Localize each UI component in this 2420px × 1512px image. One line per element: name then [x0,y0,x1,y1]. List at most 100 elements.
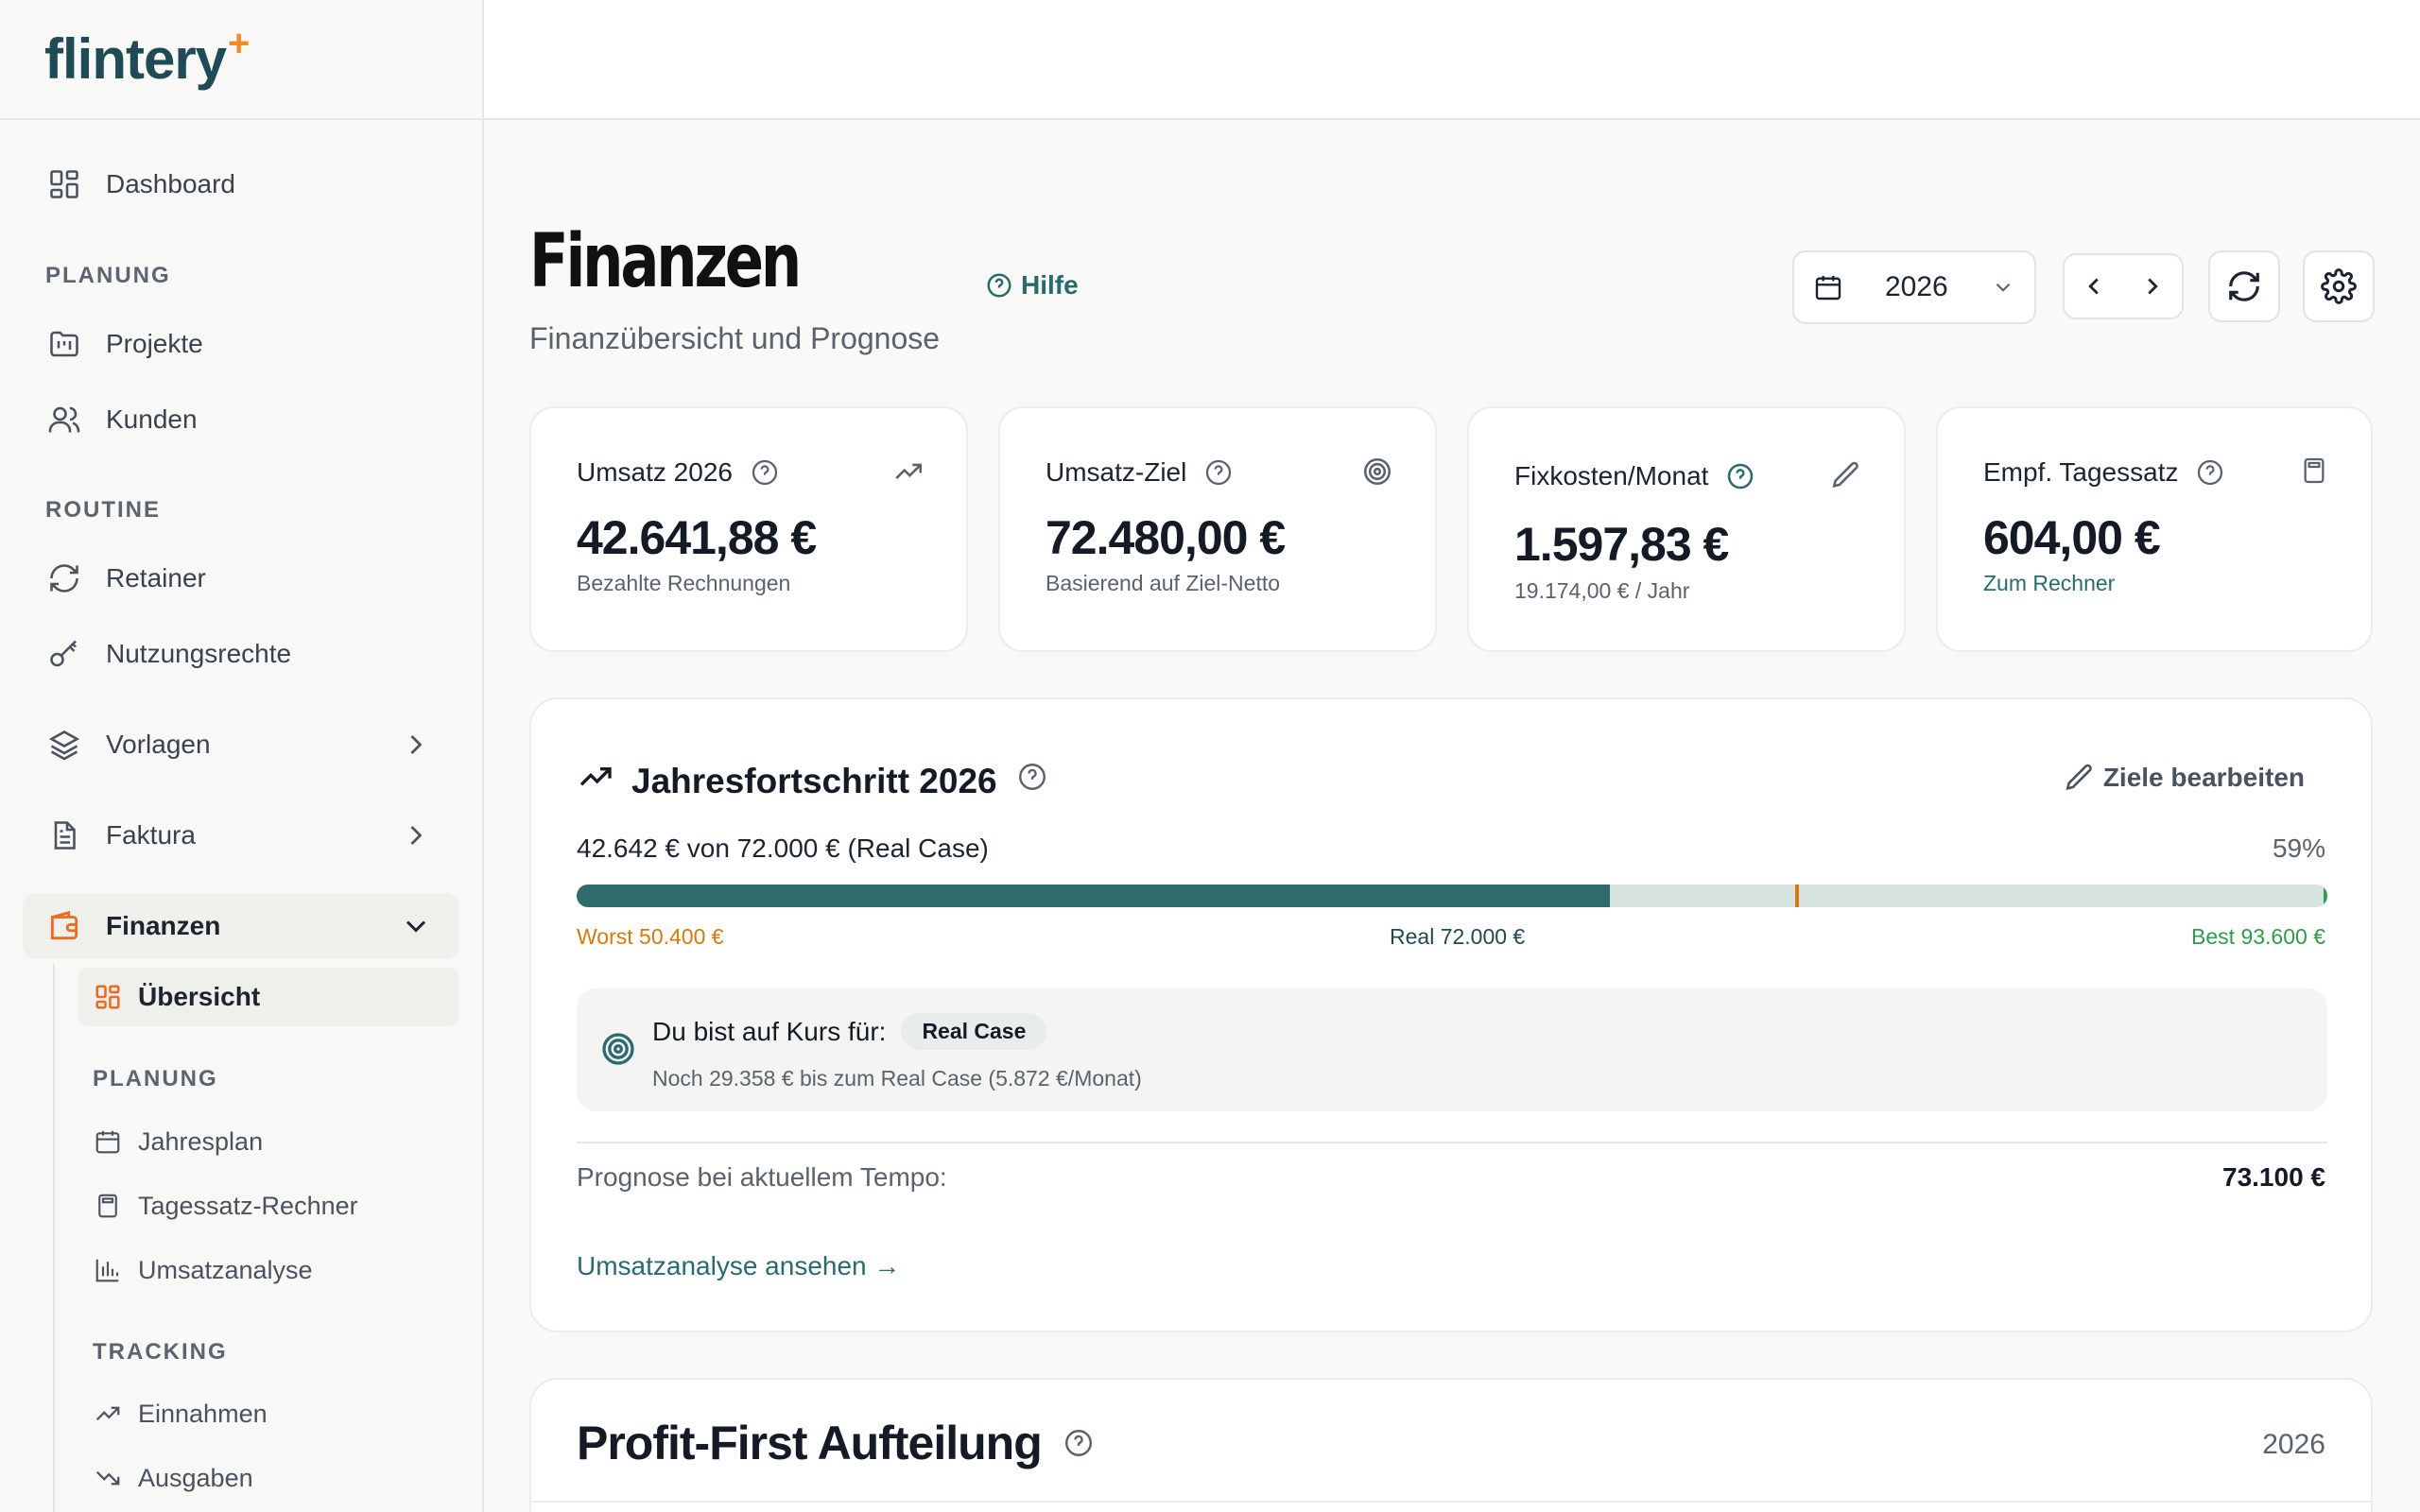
rate-calculator-link[interactable]: Zum Rechner [1983,571,2115,596]
real-case-label: Real 72.000 € [1390,924,1526,949]
help-link[interactable]: Hilfe [985,270,1079,301]
year-navigation [2063,253,2184,319]
previous-year-button[interactable] [2065,255,2123,318]
help-circle-icon[interactable] [1203,457,1234,488]
sidebar-subitem-label: Einnahmen [138,1399,268,1428]
forecast-value: 73.100 € [2222,1162,2325,1192]
kpi-label: Umsatz-Ziel [1046,457,1234,488]
worst-case-marker [1794,885,1799,907]
help-circle-icon[interactable] [750,457,780,488]
kpi-card-umsatz: Umsatz 2026 42.641,88 € Bezahlte Rechnun… [529,406,968,652]
settings-button[interactable] [2303,250,2375,322]
calendar-icon [93,1126,123,1157]
annual-progress-title: Jahresfortschritt 2026 [577,758,1048,804]
sidebar-item-retainer[interactable]: Retainer [23,545,459,611]
trending-down-icon [93,1463,123,1493]
best-case-marker [2324,885,2327,907]
sidebar-item-vorlagen[interactable]: Vorlagen [23,712,459,778]
help-circle-icon[interactable] [1725,461,1755,491]
calculator-icon [93,1191,123,1221]
sidebar-item-finanzen[interactable]: Finanzen [23,893,459,959]
sidebar-item-label: Finanzen [106,911,221,940]
year-select[interactable]: 2026 [1792,250,2036,324]
on-track-remaining: Noch 29.358 € bis zum Real Case (5.872 €… [652,1066,1142,1091]
page-title: Finanzen [529,219,802,304]
trending-up-icon [93,1399,123,1429]
scenario-badge: Real Case [901,1013,1047,1050]
sidebar-item-nutzungsrechte[interactable]: Nutzungsrechte [23,621,459,687]
sidebar-item-label: Nutzungsrechte [106,639,292,668]
progress-summary: 42.642 € von 72.000 € (Real Case) [577,833,989,863]
chevron-left-icon [2088,278,2099,295]
bar-chart-icon [93,1255,123,1285]
dashboard-icon [93,982,123,1012]
logo-text: flintery [44,27,227,91]
kpi-label-text: Umsatz 2026 [577,457,733,487]
logo-spark: + [228,23,251,64]
sidebar-subitem-tagessatz[interactable]: Tagessatz-Rechner [78,1177,459,1235]
on-track-heading-text: Du bist auf Kurs für: [652,1016,887,1046]
pencil-icon[interactable] [1830,459,1862,496]
best-case-label: Best 93.600 € [2191,924,2325,949]
top-bar [484,0,2420,120]
section-label-tracking: TRACKING [93,1339,228,1365]
divider [531,1501,2371,1503]
kanban-icon [45,325,83,363]
kpi-value: 1.597,83 € [1514,518,1729,571]
progress-bar [577,885,2327,907]
submenu-guide-line [53,964,55,1512]
help-circle-icon[interactable] [1063,1427,1095,1459]
sidebar-item-kunden[interactable]: Kunden [23,387,459,453]
sidebar: flintery + Dashboard PLANUNG Projekte Kun… [0,0,484,1512]
sidebar-item-dashboard[interactable]: Dashboard [23,151,459,217]
help-circle-icon[interactable] [1016,761,1048,801]
worst-case-label: Worst 50.400 € [577,924,724,949]
kpi-label: Umsatz 2026 [577,457,780,488]
edit-goals-button[interactable]: Ziele bearbeiten [2064,762,2305,794]
section-label-sub-planung: PLANUNG [93,1066,218,1091]
sidebar-subitem-einnahmen[interactable]: Einnahmen [78,1384,459,1443]
forecast-label: Prognose bei aktuellem Tempo: [577,1162,947,1192]
progress-bar-fill [577,885,1610,907]
sidebar-item-label: Retainer [106,563,206,593]
sidebar-item-label: Faktura [106,820,196,850]
logo[interactable]: flintery + [0,0,482,120]
progress-percent: 59% [2272,833,2325,863]
kpi-label: Empf. Tagessatz [1983,457,2225,488]
kpi-value: 604,00 € [1983,511,2161,564]
refresh-button[interactable] [2208,250,2280,322]
sidebar-subitem-label: Tagessatz-Rechner [138,1191,358,1220]
annual-progress-title-text: Jahresfortschritt 2026 [631,761,997,800]
sidebar-item-projekte[interactable]: Projekte [23,311,459,377]
sidebar-subitem-label: Ausgaben [138,1463,253,1492]
kpi-card-tagessatz: Empf. Tagessatz 604,00 € Zum Rechner [1936,406,2373,652]
target-icon [599,1030,637,1073]
pencil-icon [2066,764,2092,791]
sidebar-subitem-label: Jahresplan [138,1126,264,1156]
sidebar-subitem-uebersicht[interactable]: Übersicht [78,968,459,1026]
kpi-value: 72.480,00 € [1046,511,1286,564]
section-label-routine: ROUTINE [45,497,161,523]
kpi-card-umsatz-ziel: Umsatz-Ziel 72.480,00 € Basierend auf Zi… [998,406,1437,652]
layers-icon [45,726,83,764]
sidebar-subitem-ausgaben[interactable]: Ausgaben [78,1449,459,1507]
help-link-label: Hilfe [1021,270,1079,300]
help-circle-icon [987,273,1011,298]
sidebar-subitem-label: Umsatzanalyse [138,1255,313,1284]
dashboard-icon [45,165,83,203]
refresh-icon [2229,271,2259,301]
sidebar-subitem-umsatzanalyse[interactable]: Umsatzanalyse [78,1241,459,1299]
kpi-subtext: Bezahlte Rechnungen [577,571,791,595]
revenue-analysis-link[interactable]: Umsatzanalyse ansehen → [577,1251,900,1281]
refresh-icon [45,559,83,597]
sidebar-subitem-jahresplan[interactable]: Jahresplan [78,1112,459,1171]
profit-first-card: Profit-First Aufteilung 2026 [529,1378,2373,1512]
help-circle-icon[interactable] [2195,457,2225,488]
chevron-right-icon [2148,278,2158,295]
sidebar-item-faktura[interactable]: Faktura [23,802,459,868]
kpi-value: 42.641,88 € [577,511,817,564]
next-year-button[interactable] [2123,255,2182,318]
year-select-value: 2026 [1885,271,1948,302]
kpi-label-text: Umsatz-Ziel [1046,457,1187,487]
kpi-label-text: Empf. Tagessatz [1983,457,2179,487]
